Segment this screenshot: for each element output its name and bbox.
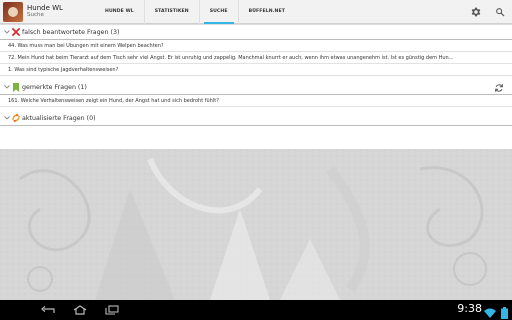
section-header-bookmarked[interactable]: gemerkte Fragen (1) — [0, 80, 512, 95]
chevron-down-icon — [3, 116, 11, 120]
recent-apps-icon[interactable] — [100, 300, 124, 320]
action-bar: Hunde WL Suche HUNDE WL STATISTIKEN SUCH… — [0, 0, 512, 24]
updated-arrows-icon — [11, 114, 20, 123]
settings-icon[interactable] — [464, 0, 488, 24]
question-text: 161. Welche Verhaltensweisen zeigt ein H… — [8, 97, 219, 104]
search-icon[interactable] — [488, 0, 512, 24]
battery-icon — [501, 304, 508, 319]
tab-bueffeln-net[interactable]: BÜFFELN.NET — [237, 0, 295, 24]
system-bar: 9:38 — [0, 300, 512, 320]
tab-bar: HUNDE WL STATISTIKEN SUCHE BÜFFELN.NET — [95, 0, 295, 24]
tab-hunde-wl[interactable]: HUNDE WL — [95, 0, 144, 24]
red-x-icon — [11, 28, 20, 37]
section-header-wrong-answers[interactable]: falsch beantwortete Fragen (3) — [0, 25, 512, 40]
back-icon[interactable] — [36, 300, 60, 320]
app-subtitle: Suche — [27, 11, 44, 18]
refresh-icon[interactable] — [493, 82, 504, 93]
app-titles: Hunde WL Suche — [27, 3, 85, 19]
status-clock: 9:38 — [457, 302, 482, 315]
app-logo-icon[interactable] — [3, 1, 23, 22]
search-results-list: falsch beantwortete Fragen (3) 44. Was m… — [0, 25, 512, 149]
background-pattern — [0, 149, 512, 300]
tab-statistiken[interactable]: STATISTIKEN — [143, 0, 199, 24]
question-text: 72. Mein Hund hat beim Tierarzt auf dem … — [8, 54, 454, 61]
chevron-down-icon — [3, 85, 11, 89]
section-title: aktualisierte Fragen (0) — [22, 114, 96, 122]
bookmark-icon — [11, 82, 20, 92]
question-text: 1. Was sind typische Jagdverhaltensweise… — [8, 66, 119, 73]
section-title: falsch beantwortete Fragen (3) — [22, 28, 120, 36]
wifi-icon — [484, 304, 496, 318]
home-icon[interactable] — [68, 300, 92, 320]
section-title: gemerkte Fragen (1) — [22, 83, 87, 91]
app-title: Hunde WL — [27, 3, 63, 12]
list-item[interactable]: 72. Mein Hund hat beim Tierarzt auf dem … — [0, 52, 512, 64]
section-header-updated[interactable]: aktualisierte Fragen (0) — [0, 111, 512, 126]
list-item[interactable]: 1. Was sind typische Jagdverhaltensweise… — [0, 64, 512, 76]
list-item[interactable]: 161. Welche Verhaltensweisen zeigt ein H… — [0, 95, 512, 107]
chevron-down-icon — [3, 30, 11, 34]
tab-suche[interactable]: SUCHE — [198, 0, 238, 24]
question-text: 44. Was muss man bei Übungen mit einem W… — [8, 42, 164, 49]
list-item[interactable]: 44. Was muss man bei Übungen mit einem W… — [0, 40, 512, 52]
